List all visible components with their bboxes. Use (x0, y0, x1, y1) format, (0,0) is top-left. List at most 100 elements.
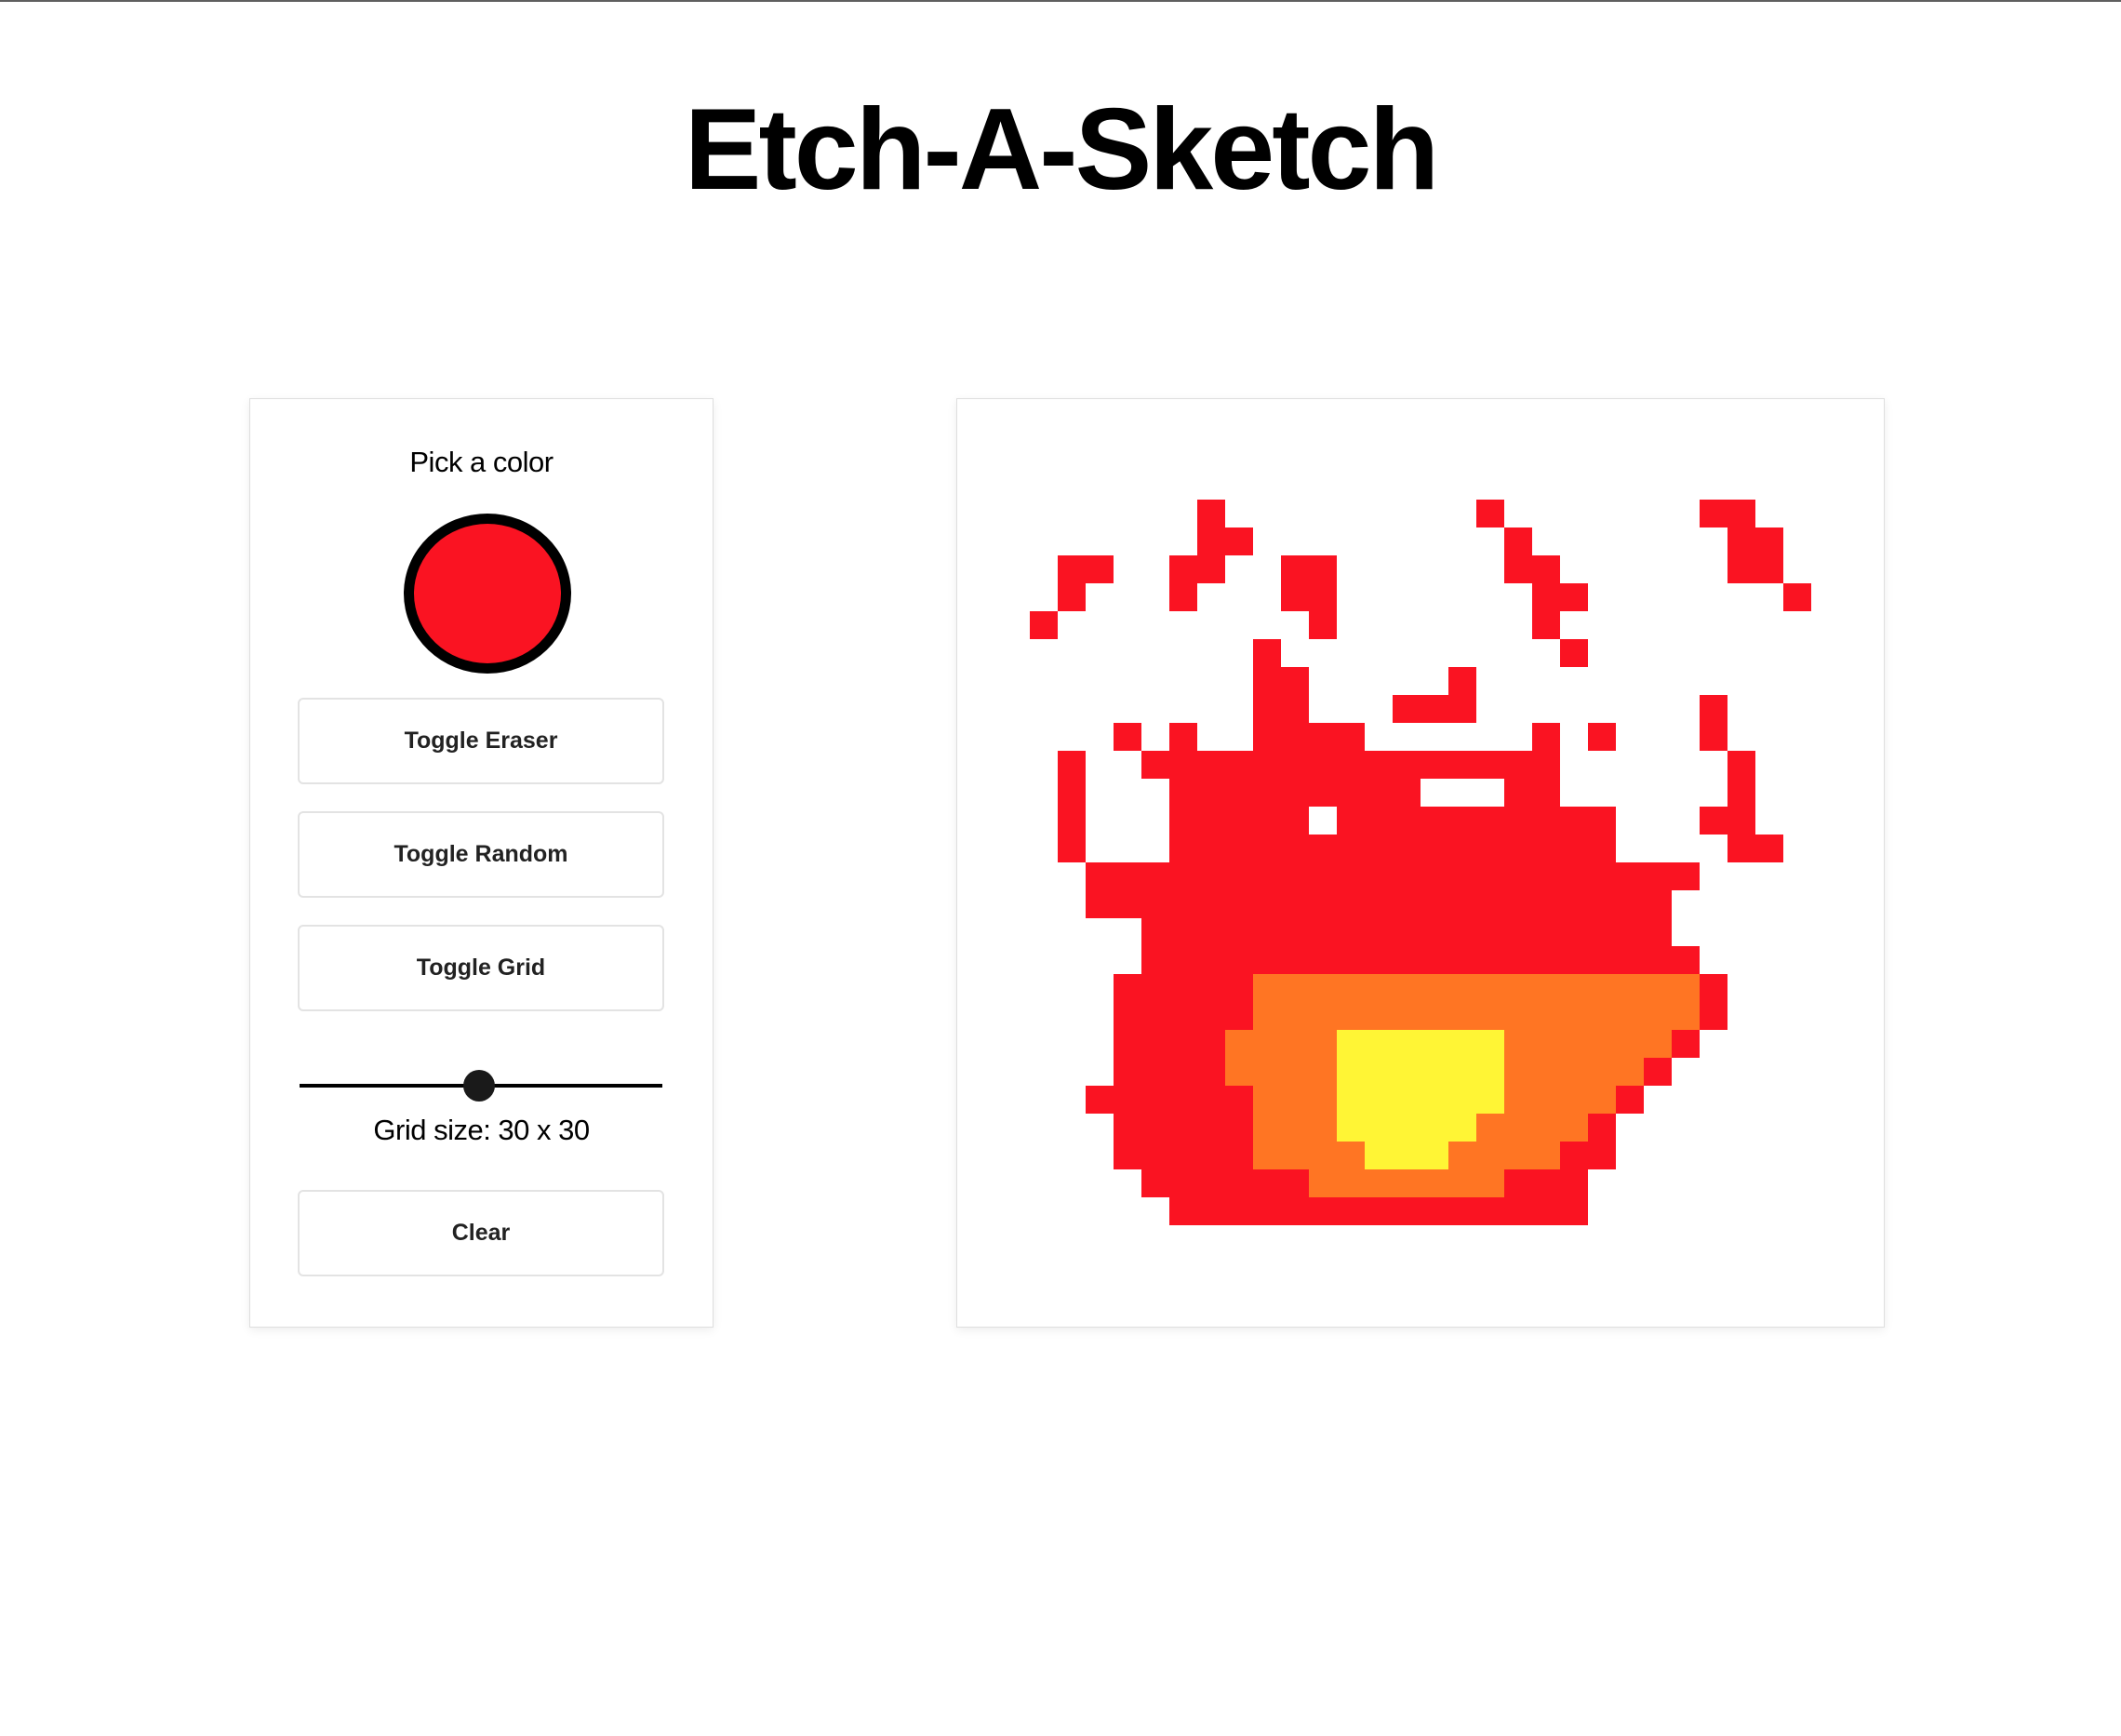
grid-cell[interactable] (1672, 723, 1701, 752)
grid-cell[interactable] (1086, 723, 1114, 752)
grid-cell[interactable] (1253, 667, 1282, 696)
grid-cell[interactable] (1365, 1225, 1394, 1254)
grid-cell[interactable] (1030, 946, 1059, 975)
grid-cell[interactable] (1476, 890, 1505, 919)
grid-cell[interactable] (1393, 1253, 1421, 1281)
grid-cell[interactable] (1644, 751, 1673, 780)
grid-cell[interactable] (1476, 667, 1505, 696)
grid-cell[interactable] (1672, 555, 1701, 584)
grid-cell[interactable] (1253, 1169, 1282, 1198)
grid-cell[interactable] (1002, 890, 1031, 919)
grid-cell[interactable] (1141, 974, 1170, 1003)
grid-cell[interactable] (1030, 974, 1059, 1003)
grid-cell[interactable] (1672, 472, 1701, 501)
grid-cell[interactable] (1700, 1225, 1728, 1254)
grid-cell[interactable] (1281, 1030, 1310, 1059)
grid-cell[interactable] (1365, 807, 1394, 835)
grid-cell[interactable] (1141, 1002, 1170, 1031)
grid-cell[interactable] (1672, 946, 1701, 975)
grid-cell[interactable] (1365, 890, 1394, 919)
grid-cell[interactable] (1532, 1002, 1561, 1031)
grid-cell[interactable] (1058, 1225, 1087, 1254)
grid-cell[interactable] (1644, 500, 1673, 528)
grid-cell[interactable] (1281, 583, 1310, 612)
grid-cell[interactable] (1086, 1169, 1114, 1198)
grid-cell[interactable] (1783, 723, 1812, 752)
grid-cell[interactable] (1644, 1197, 1673, 1226)
grid-cell[interactable] (1588, 974, 1617, 1003)
grid-cell[interactable] (1169, 974, 1198, 1003)
grid-cell[interactable] (1811, 583, 1839, 612)
grid-cell[interactable] (1058, 667, 1087, 696)
grid-cell[interactable] (1169, 695, 1198, 724)
grid-cell[interactable] (1727, 1086, 1756, 1115)
grid-cell[interactable] (1030, 1002, 1059, 1031)
grid-cell[interactable] (1141, 1030, 1170, 1059)
grid-cell[interactable] (1700, 1114, 1728, 1142)
grid-cell[interactable] (1755, 723, 1784, 752)
grid-cell[interactable] (1337, 611, 1366, 640)
grid-cell[interactable] (1309, 946, 1338, 975)
grid-cell[interactable] (1616, 1086, 1645, 1115)
grid-cell[interactable] (1755, 611, 1784, 640)
grid-cell[interactable] (1253, 751, 1282, 780)
grid-cell[interactable] (1086, 862, 1114, 891)
grid-cell[interactable] (1755, 1169, 1784, 1198)
grid-cell[interactable] (1365, 444, 1394, 473)
grid-cell[interactable] (1448, 611, 1477, 640)
grid-cell[interactable] (1114, 1142, 1142, 1170)
grid-cell[interactable] (1504, 835, 1533, 863)
grid-cell[interactable] (1727, 667, 1756, 696)
grid-cell[interactable] (1672, 835, 1701, 863)
grid-cell[interactable] (1030, 667, 1059, 696)
grid-cell[interactable] (1616, 695, 1645, 724)
grid-cell[interactable] (1811, 1253, 1839, 1281)
grid-cell[interactable] (1169, 918, 1198, 947)
grid-cell[interactable] (1309, 1142, 1338, 1170)
grid-cell[interactable] (1616, 723, 1645, 752)
grid-cell[interactable] (1644, 1169, 1673, 1198)
grid-cell[interactable] (1086, 472, 1114, 501)
grid-cell[interactable] (1309, 500, 1338, 528)
grid-cell[interactable] (1476, 1225, 1505, 1254)
grid-cell[interactable] (1058, 1114, 1087, 1142)
grid-cell[interactable] (1365, 1086, 1394, 1115)
grid-cell[interactable] (1616, 583, 1645, 612)
grid-cell[interactable] (1086, 1114, 1114, 1142)
grid-cell[interactable] (1644, 1142, 1673, 1170)
grid-cell[interactable] (1448, 862, 1477, 891)
grid-cell[interactable] (1365, 1002, 1394, 1031)
grid-cell[interactable] (1086, 444, 1114, 473)
grid-cell[interactable] (1253, 974, 1282, 1003)
grid-cell[interactable] (1225, 1002, 1254, 1031)
grid-cell[interactable] (1253, 1086, 1282, 1115)
grid-cell[interactable] (1030, 639, 1059, 668)
grid-cell[interactable] (1030, 1169, 1059, 1198)
grid-cell[interactable] (1560, 500, 1589, 528)
grid-cell[interactable] (1448, 583, 1477, 612)
grid-cell[interactable] (1727, 1142, 1756, 1170)
grid-cell[interactable] (1169, 862, 1198, 891)
grid-cell[interactable] (1281, 1142, 1310, 1170)
grid-cell[interactable] (1588, 1225, 1617, 1254)
grid-cell[interactable] (1811, 835, 1839, 863)
grid-cell[interactable] (1532, 974, 1561, 1003)
grid-cell[interactable] (1337, 807, 1366, 835)
grid-cell[interactable] (1309, 751, 1338, 780)
grid-cell[interactable] (1672, 1030, 1701, 1059)
grid-cell[interactable] (1588, 527, 1617, 556)
grid-cell[interactable] (1532, 918, 1561, 947)
grid-cell[interactable] (1114, 472, 1142, 501)
grid-cell[interactable] (1727, 1253, 1756, 1281)
grid-cell[interactable] (1644, 1002, 1673, 1031)
grid-cell[interactable] (1588, 1058, 1617, 1087)
grid-cell[interactable] (1644, 723, 1673, 752)
grid-cell[interactable] (1141, 611, 1170, 640)
grid-cell[interactable] (1504, 444, 1533, 473)
grid-cell[interactable] (1281, 1197, 1310, 1226)
grid-cell[interactable] (1253, 555, 1282, 584)
grid-cell[interactable] (1393, 639, 1421, 668)
grid-cell[interactable] (1532, 695, 1561, 724)
grid-cell[interactable] (1393, 1169, 1421, 1198)
grid-cell[interactable] (1393, 472, 1421, 501)
